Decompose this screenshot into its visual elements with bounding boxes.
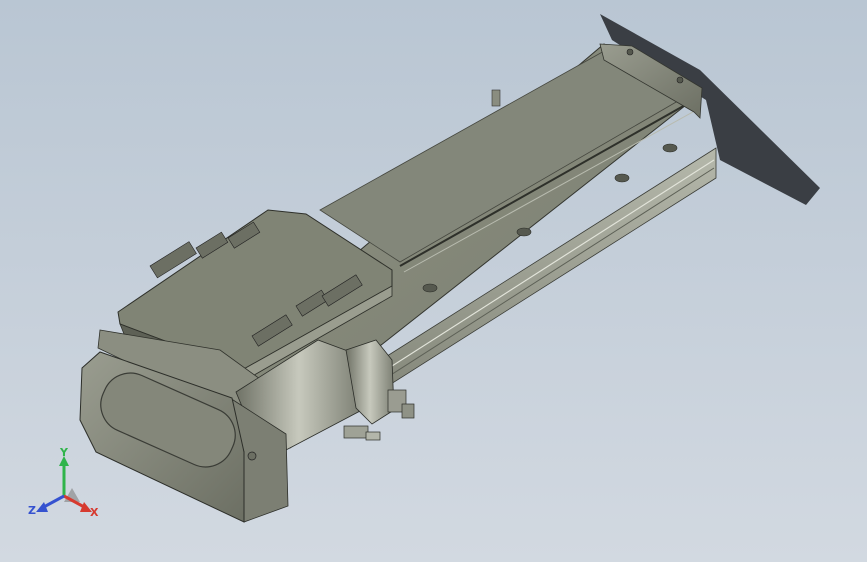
orientation-triad[interactable]: Y X Z <box>22 446 112 526</box>
y-axis-label: Y <box>59 446 69 459</box>
connector-block <box>401 403 415 419</box>
shaft-stub <box>365 431 381 441</box>
triad-graphic: Y X Z <box>28 446 99 519</box>
cad-viewport[interactable]: Y X Z <box>0 0 867 562</box>
mounting-slot <box>516 227 532 237</box>
mounting-slot <box>614 173 630 183</box>
sensor-bracket <box>491 89 501 107</box>
mounting-slot <box>662 143 678 153</box>
mounting-slot <box>422 283 438 293</box>
shaft-stub <box>343 425 369 439</box>
screw-icon <box>676 76 684 84</box>
x-axis-label: X <box>90 506 99 519</box>
screw-icon <box>626 48 634 56</box>
z-axis-label: Z <box>28 504 36 517</box>
linear-actuator-model[interactable] <box>0 0 867 562</box>
screw-icon <box>247 451 257 461</box>
